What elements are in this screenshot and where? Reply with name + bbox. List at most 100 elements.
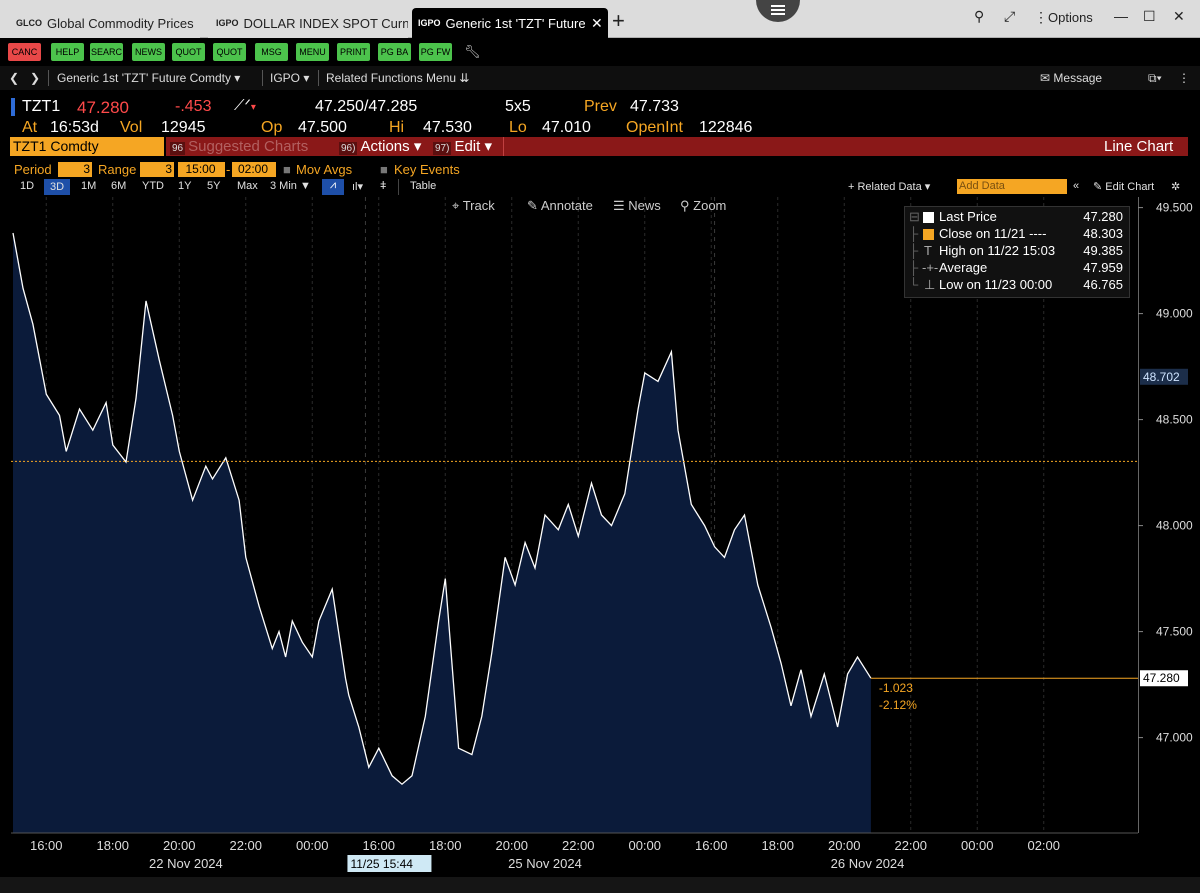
minimize-icon[interactable]: —: [1114, 8, 1128, 24]
window-handle[interactable]: [756, 0, 800, 22]
legend-last-price[interactable]: ⊟ Last Price 47.280: [909, 209, 1127, 226]
bid-ask: 47.250/47.285: [315, 98, 418, 115]
cursor-date-label: 11/25 15:44: [350, 857, 413, 871]
tab-generic-future[interactable]: IGPO Generic 1st 'TZT' Future: [412, 8, 608, 38]
interval-dropdown[interactable]: 3 Min ▼: [270, 180, 311, 192]
range-1m[interactable]: 1M: [81, 180, 96, 192]
command-bar: TZT1 Comdty 96 Suggested Charts 96) Action…: [0, 137, 1200, 157]
message-button[interactable]: ✉ Message: [1040, 71, 1102, 85]
x-tick-label: 18:00: [96, 838, 129, 853]
divider: [48, 70, 49, 86]
add-data-input[interactable]: Add Data: [957, 179, 1067, 194]
tab-code: IGPO: [418, 18, 441, 28]
annotate-tool[interactable]: ✎ Annotate: [527, 198, 593, 216]
key-events-checkbox[interactable]: ■: [380, 162, 388, 177]
settings-gear-icon[interactable]: ✲: [1171, 180, 1180, 193]
track-tool[interactable]: ⌖ Track: [452, 198, 495, 216]
message-label: Message: [1053, 71, 1103, 85]
range-ytd[interactable]: YTD: [142, 180, 164, 192]
tab-global-commodity-prices[interactable]: GLCO Global Commodity Prices: [0, 8, 200, 38]
legend-high[interactable]: ├ T High on 11/22 15:03 49.385: [909, 243, 1127, 260]
security-field[interactable]: TZT1 Comdty: [10, 137, 164, 156]
legend-low[interactable]: └ ⊥ Low on 11/23 00:00 46.765: [909, 277, 1127, 294]
range-1d[interactable]: 1D: [20, 180, 34, 192]
more-menu-icon[interactable]: ⋮: [1178, 71, 1190, 85]
wrench-icon[interactable]: 🔧︎: [464, 44, 481, 60]
expand-icon[interactable]: ⤢: [1004, 8, 1015, 25]
edit-number: 97): [433, 142, 452, 155]
edit-label: Edit: [454, 138, 481, 155]
search-icon[interactable]: ⚲: [974, 8, 984, 25]
time-from-field[interactable]: 15:00: [178, 162, 225, 177]
tab-label: Global Commodity Prices: [47, 15, 194, 31]
range-6m[interactable]: 6M: [111, 180, 126, 192]
new-tab-icon[interactable]: +: [612, 10, 625, 32]
range-buttons-row: 1D 3D 1M 6M YTD 1Y 5Y Max 3 Min ▼ ⩘ ıl▾ …: [0, 179, 1200, 196]
zoom-tool[interactable]: ⚲ Zoom: [680, 198, 726, 216]
news-button[interactable]: NEWS: [132, 43, 165, 61]
range-3d[interactable]: 3D: [44, 179, 70, 195]
range-1y[interactable]: 1Y: [178, 180, 191, 192]
table-button[interactable]: Table: [410, 180, 436, 192]
page-back-button[interactable]: PG BA: [378, 43, 411, 61]
chart-style-icon[interactable]: ıl▾: [352, 180, 363, 193]
time-to-field[interactable]: 02:00: [232, 162, 276, 177]
legend-value: 48.303: [1083, 226, 1123, 241]
collapse-icon[interactable]: «: [1073, 180, 1079, 192]
divider: [318, 70, 319, 86]
chart-legend: ⊟ Last Price 47.280 ├ Close on 11/21 ---…: [904, 206, 1130, 298]
breadcrumb-security[interactable]: Generic 1st 'TZT' Future Comdty ▾: [57, 71, 240, 85]
crosshair-icon[interactable]: ǂ: [380, 180, 386, 192]
search-button[interactable]: SEARC: [90, 43, 123, 61]
x-tick-label: 16:00: [362, 838, 395, 853]
msg-button[interactable]: MSG: [255, 43, 288, 61]
close-window-icon[interactable]: ✕: [1173, 8, 1185, 25]
quote-button[interactable]: QUOT: [172, 43, 205, 61]
cancel-button[interactable]: CANC: [8, 43, 41, 61]
legend-close[interactable]: ├ Close on 11/21 ---- 48.303: [909, 226, 1127, 243]
legend-label: Low on 11/23 00:00: [939, 277, 1053, 292]
page-forward-button[interactable]: PG FW: [419, 43, 452, 61]
range-max[interactable]: Max: [237, 180, 258, 192]
news-tool[interactable]: ☰ News: [613, 198, 661, 216]
related-data-button[interactable]: + Related Data ▾: [848, 180, 930, 193]
back-icon[interactable]: ❮: [9, 71, 19, 85]
export-icon[interactable]: ⧉▾: [1148, 71, 1162, 86]
tab-dollar-index[interactable]: IGPO DOLLAR INDEX SPOT Curncy: [208, 8, 408, 38]
tab-code: IGPO: [216, 18, 239, 28]
high-marker-icon: T: [924, 243, 932, 258]
legend-swatch: [923, 212, 934, 223]
range-field[interactable]: 3: [140, 162, 174, 177]
related-data-label: + Related Data: [848, 181, 922, 193]
legend-average[interactable]: ├ -+- Average 47.959: [909, 260, 1127, 277]
period-field[interactable]: 3: [58, 162, 92, 177]
maximize-icon[interactable]: ☐: [1143, 8, 1156, 25]
legend-label: Last Price: [939, 209, 997, 224]
quote-button-2[interactable]: QUOT: [213, 43, 246, 61]
actions-button[interactable]: 96) Actions ▾: [339, 137, 421, 156]
mov-avgs-checkbox[interactable]: ■: [283, 162, 291, 177]
print-button[interactable]: PRINT: [337, 43, 370, 61]
line-chart-icon[interactable]: ⩘: [322, 179, 344, 195]
options-label[interactable]: Options: [1048, 10, 1093, 25]
tree-branch-icon: ├: [909, 260, 919, 275]
menu-button[interactable]: MENU: [296, 43, 329, 61]
edit-button[interactable]: 97) Edit ▾: [433, 137, 492, 156]
x-date-label: 22 Nov 2024: [149, 856, 223, 871]
close-tab-icon[interactable]: ✕: [591, 15, 603, 32]
tab-label: DOLLAR INDEX SPOT Curncy: [243, 15, 408, 31]
suggested-charts-button[interactable]: 96 Suggested Charts: [170, 137, 308, 156]
related-functions-menu[interactable]: Related Functions Menu ⇊: [326, 71, 469, 85]
last-price: 47.280: [77, 98, 129, 117]
breadcrumb-function[interactable]: IGPO ▾: [270, 71, 309, 85]
key-events-label[interactable]: Key Events: [394, 162, 460, 177]
x-tick-label: 22:00: [229, 838, 262, 853]
open-interest-label: OpenInt: [626, 119, 683, 136]
legend-label: Average: [939, 260, 988, 275]
options-menu-icon[interactable]: ⋮: [1034, 9, 1048, 26]
help-button[interactable]: HELP: [51, 43, 84, 61]
forward-icon[interactable]: ❯: [30, 71, 40, 85]
range-5y[interactable]: 5Y: [207, 180, 220, 192]
mov-avgs-label[interactable]: Mov Avgs: [296, 162, 352, 177]
edit-chart-button[interactable]: ✎ Edit Chart: [1093, 180, 1154, 193]
